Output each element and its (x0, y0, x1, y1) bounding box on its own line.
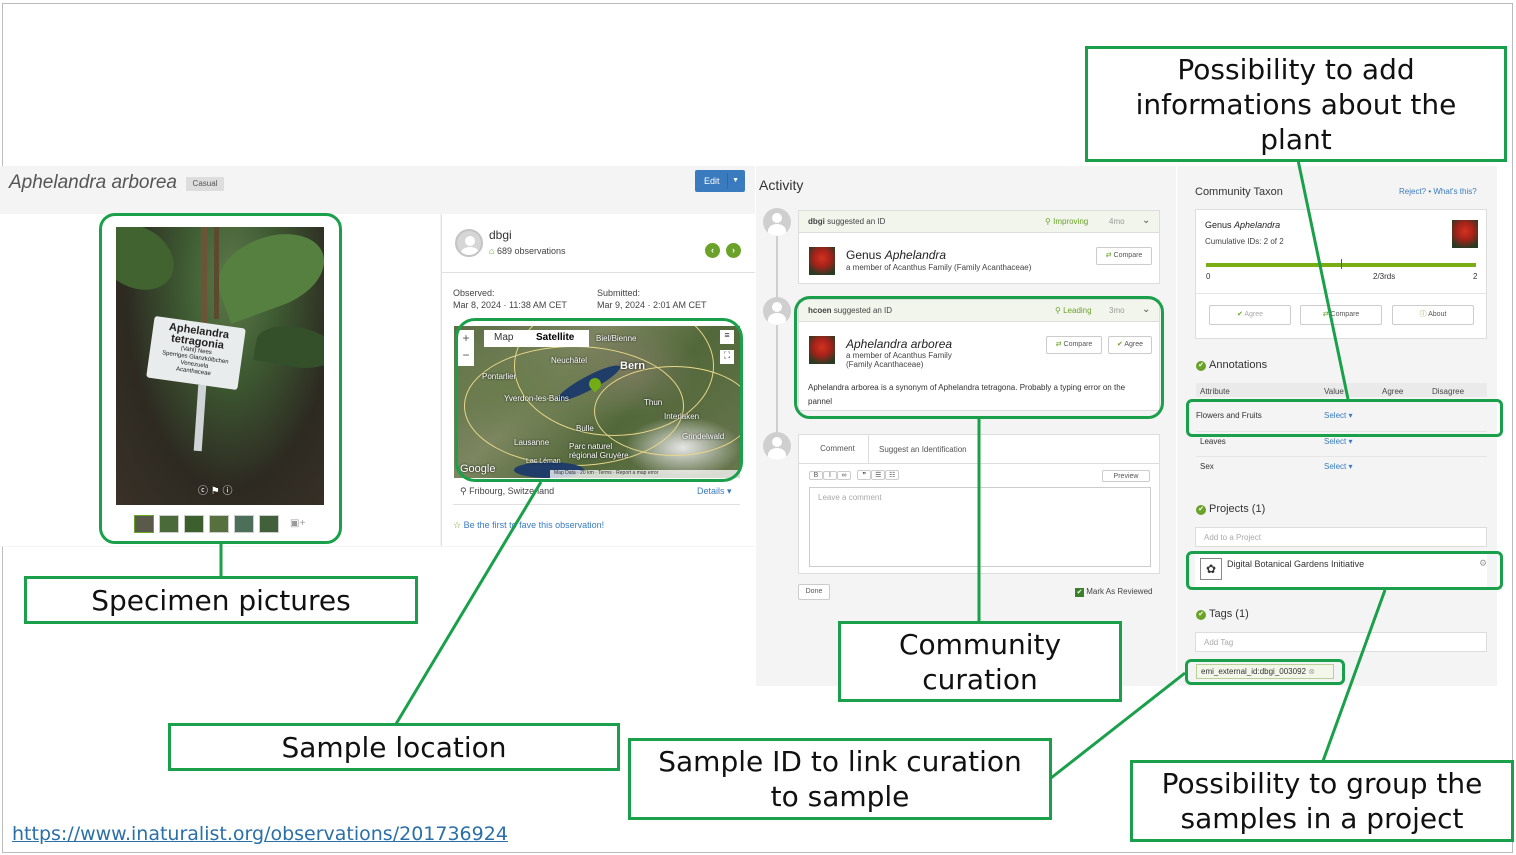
numbered-list-button[interactable]: ☷ (885, 470, 900, 480)
about-button[interactable]: ⓘ About (1392, 305, 1474, 325)
improving-status: ⚲ Improving (1045, 217, 1089, 226)
scale-min: 0 (1206, 272, 1211, 281)
highlight-sample-location (455, 318, 743, 482)
bullet-list-button[interactable]: ☰ (871, 470, 886, 480)
mark-reviewed-checkbox[interactable]: ✔ Mark As Reviewed (1075, 587, 1152, 597)
highlight-project (1186, 551, 1503, 590)
callout-sample-location: Sample location (168, 723, 620, 771)
chevron-down-icon[interactable]: ⌄ (1142, 215, 1150, 226)
edit-button[interactable]: Edit ▼ (695, 170, 745, 192)
add-project-input[interactable]: Add to a Project (1195, 527, 1487, 547)
prev-observation-icon[interactable]: ‹ (705, 243, 720, 258)
suggest-id-tab[interactable]: Suggest an Identification (879, 445, 967, 454)
community-taxon-name[interactable]: Genus Aphelandra (1205, 220, 1280, 230)
add-tag-input[interactable]: Add Tag (1195, 632, 1487, 652)
done-button[interactable]: Done (798, 584, 830, 600)
quote-button[interactable]: ❞ (857, 470, 872, 480)
highlight-tag (1185, 659, 1345, 685)
identification-card: dbgi suggested an ID ⚲ Improving 4mo ⌄ G… (798, 210, 1160, 284)
comment-textarea[interactable]: Leave a comment (809, 487, 1151, 567)
observed-date: Mar 8, 2024 · 11:38 AM CET (453, 300, 567, 310)
annotations-heading: Annotations (1209, 359, 1268, 371)
community-taxon-heading: Community Taxon (1195, 186, 1283, 198)
checkbox-checked-icon: ✔ (1075, 588, 1084, 597)
id-age: 4mo (1109, 217, 1125, 226)
reject-link[interactable]: Reject? • What's this? (1399, 187, 1477, 196)
comment-tab[interactable]: Comment (807, 435, 869, 463)
callout-specimen-pictures: Specimen pictures (24, 576, 418, 624)
location-text: ⚲ Fribourg, Switzerland (460, 486, 555, 496)
highlight-annotation-row (1186, 399, 1503, 437)
agree-button[interactable]: ✔ Agree (1209, 305, 1291, 325)
taxon-photo[interactable] (1452, 220, 1478, 248)
observation-count[interactable]: ⌂ 689 observations (489, 246, 566, 256)
taxon-photo[interactable] (809, 247, 835, 275)
annotation-select[interactable]: Select ▾ (1324, 462, 1352, 471)
scale-max: 2 (1473, 272, 1478, 281)
callout-group-project: Possibility to group the samples in a pr… (1130, 760, 1514, 842)
compare-button[interactable]: ⇄ Compare (1300, 305, 1382, 325)
annotation-attribute: Leaves (1200, 437, 1226, 446)
callout-add-info: Possibility to add informations about th… (1085, 46, 1507, 162)
bold-button[interactable]: B (809, 471, 823, 480)
submitted-date: Mar 9, 2024 · 2:01 AM CET (597, 300, 707, 310)
annotation-header-row: Attribute Value Agree Disagree (1196, 383, 1487, 397)
fave-link[interactable]: ☆ Be the first to fave this observation! (453, 520, 604, 531)
comment-form: Comment Suggest an Identification B I ∞ ❞ ☰… (798, 434, 1160, 574)
check-circle-icon: ✔ (1196, 505, 1206, 515)
formatting-toolbar[interactable]: B I ∞ ❞ ☰ ☷ (809, 470, 900, 480)
timeline-line (776, 226, 778, 456)
scale-mid: 2/3rds (1373, 272, 1396, 281)
user-avatar[interactable] (763, 432, 791, 460)
details-link[interactable]: Details ▾ (697, 486, 732, 497)
annotation-select[interactable]: Select ▾ (1324, 437, 1352, 446)
two-thirds-marker (1341, 259, 1342, 269)
community-taxon-card: Genus Aphelandra Cumulative IDs: 2 of 2 … (1195, 209, 1487, 339)
marker-icon: ⚲ (460, 486, 467, 496)
highlight-community-curation (794, 296, 1164, 419)
observer-name[interactable]: dbgi (489, 228, 512, 242)
preview-button[interactable]: Preview (1102, 470, 1150, 482)
star-icon[interactable]: ☆ (453, 520, 461, 530)
callout-community-curation: Community curation (838, 621, 1122, 702)
caret-down-icon[interactable]: ▼ (732, 170, 739, 192)
link-button[interactable]: ∞ (837, 471, 851, 480)
annotation-attribute: Sex (1200, 462, 1214, 471)
submitted-label: Submitted: (597, 288, 641, 298)
user-avatar[interactable] (455, 229, 483, 257)
next-observation-icon[interactable]: › (726, 243, 741, 258)
check-circle-icon: ✔ (1196, 610, 1206, 620)
user-avatar[interactable] (763, 297, 791, 325)
callout-sample-id: Sample ID to link curation to sample (628, 738, 1052, 820)
italic-button[interactable]: I (823, 471, 837, 480)
compare-button[interactable]: ⇄ Compare (1096, 247, 1152, 265)
user-avatar[interactable] (763, 208, 791, 236)
tags-heading: Tags (1) (1209, 608, 1249, 620)
taxon-name[interactable]: Genus Aphelandra (846, 248, 946, 262)
projects-heading: Projects (1) (1209, 503, 1266, 515)
taxon-family: a member of Acanthus Family (Family Acan… (846, 263, 1032, 272)
activity-heading: Activity (759, 177, 804, 193)
cumulative-ids: Cumulative IDs: 2 of 2 (1205, 237, 1284, 246)
source-url-link[interactable]: https://www.inaturalist.org/observations… (12, 823, 508, 845)
check-circle-icon: ✔ (1196, 361, 1206, 371)
observation-title: Aphelandra arborea (9, 172, 177, 193)
id-header: dbgi suggested an ID (808, 217, 886, 226)
quality-badge: Casual (186, 177, 224, 191)
highlight-specimen-pictures (99, 213, 342, 544)
observed-label: Observed: (453, 288, 495, 298)
binoculars-icon: ⌂ (489, 246, 495, 256)
